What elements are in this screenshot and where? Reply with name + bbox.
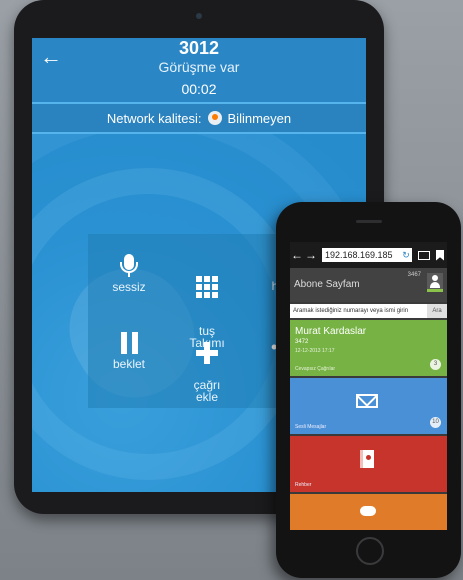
missed-calls-tile[interactable]: Murat Kardaslar 3472 12-12-2013 17:17 Ce… [290, 320, 447, 376]
voicemail-badge: 10 [430, 417, 441, 428]
add-call-label: çağrı ekle [193, 378, 221, 404]
avatar[interactable] [427, 273, 443, 292]
forward-arrow-icon[interactable]: → [304, 248, 318, 262]
phone-speaker [356, 220, 382, 223]
network-quality-value: Bilinmeyen [227, 110, 292, 126]
microphone-icon [94, 254, 164, 277]
search-bar: Aramak istediğiniz numarayı veya ismi gi… [290, 304, 447, 318]
contacts-tile[interactable]: Rehber [290, 436, 447, 492]
bookmark-icon[interactable] [436, 249, 444, 261]
tabs-icon[interactable] [418, 250, 430, 260]
chat-tile[interactable] [290, 494, 447, 530]
keypad-icon [172, 264, 242, 310]
plus-icon [172, 342, 242, 364]
call-status: Görüşme var [158, 59, 240, 75]
envelope-icon [356, 394, 378, 408]
mute-button[interactable]: sessiz [94, 254, 164, 294]
tablet-camera [196, 13, 202, 19]
hold-button[interactable]: beklet [94, 332, 164, 371]
call-header: ← 3012 Görüşme var 00:02 [32, 38, 366, 102]
phone-screen: ← → 192.168.169.185 ↻ Abone Sayfam 3467 … [290, 242, 447, 530]
network-quality-bar: Network kalitesi: Bilinmeyen [32, 102, 366, 134]
network-quality-icon [207, 111, 222, 125]
missed-caller-name: Murat Kardaslar [295, 326, 367, 337]
subscriber-header: Abone Sayfam 3467 [290, 268, 447, 302]
back-arrow-icon[interactable]: ← [290, 248, 304, 262]
hold-label: beklet [112, 357, 146, 371]
voicemail-tile[interactable]: Sesli Mesajlar 10 [290, 378, 447, 434]
network-quality-label: Network kalitesi: [106, 110, 202, 126]
mute-label: sessiz [112, 280, 146, 294]
missed-calls-label: Cevapsız Çağrılar [295, 366, 336, 372]
page-title: Abone Sayfam [294, 279, 360, 290]
search-input[interactable]: Aramak istediğiniz numarayı veya ismi gi… [290, 304, 427, 318]
chat-bubble-icon [360, 506, 376, 516]
pause-icon [94, 332, 164, 354]
missed-caller-ext: 3472 [295, 339, 309, 345]
call-number: 3012 [178, 38, 220, 58]
call-timer: 00:02 [181, 81, 217, 97]
browser-toolbar: ← → 192.168.169.185 ↻ [290, 242, 447, 268]
missed-calls-badge: 3 [430, 359, 441, 370]
reload-icon[interactable]: ↻ [400, 248, 412, 262]
add-call-button[interactable]: çağrı ekle [172, 330, 242, 403]
contacts-label: Rehber [295, 482, 312, 488]
phone-device: ← → 192.168.169.185 ↻ Abone Sayfam 3467 … [276, 202, 461, 578]
home-button[interactable] [356, 537, 384, 565]
address-book-icon [360, 450, 374, 468]
subscriber-number: 3467 [407, 272, 421, 278]
url-field[interactable]: 192.168.169.185 [322, 248, 400, 262]
search-button[interactable]: Ara [427, 304, 447, 318]
voicemail-label: Sesli Mesajlar [295, 424, 327, 430]
missed-call-date: 12-12-2013 17:17 [295, 348, 335, 354]
